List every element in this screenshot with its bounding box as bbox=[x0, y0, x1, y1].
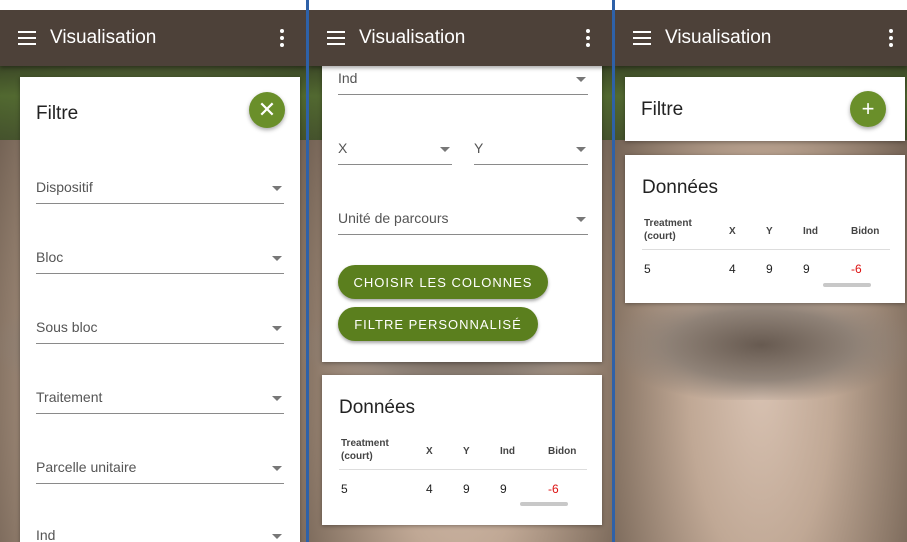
dropdown-arrow-icon bbox=[576, 147, 586, 152]
select-bloc[interactable]: Bloc bbox=[36, 247, 284, 274]
status-strip bbox=[615, 0, 907, 10]
app-bar: Visualisation bbox=[309, 10, 612, 66]
data-card: Données Treatment (court) X Y Ind Bidon … bbox=[625, 155, 905, 303]
filter-title: Filtre bbox=[641, 99, 684, 120]
custom-filter-button[interactable]: FILTRE PERSONNALISÉ bbox=[338, 307, 538, 341]
horizontal-scrollbar[interactable] bbox=[823, 283, 871, 287]
select-unite-de-parcours[interactable]: Unité de parcours bbox=[338, 208, 588, 235]
select-label: Traitement bbox=[36, 389, 103, 405]
hamburger-menu-icon[interactable] bbox=[18, 31, 36, 45]
select-sous-bloc[interactable]: Sous bloc bbox=[36, 317, 284, 344]
dropdown-arrow-icon bbox=[272, 186, 282, 191]
filter-card: Filtre ✕ Dispositif Bloc Sous bloc Trait… bbox=[20, 77, 300, 542]
dropdown-arrow-icon bbox=[576, 217, 586, 222]
dropdown-arrow-icon bbox=[272, 466, 282, 471]
data-title: Données bbox=[339, 397, 416, 418]
filter-card: Ind X Y Unité de parcours CHOISIR LES CO… bbox=[322, 62, 602, 362]
select-label: Sous bloc bbox=[36, 319, 98, 335]
data-card: Données Treatment (court) X Y Ind Bidon … bbox=[322, 375, 602, 525]
select-ind[interactable]: Ind bbox=[36, 525, 284, 542]
column-header: X bbox=[729, 226, 736, 237]
select-label: Y bbox=[474, 140, 484, 156]
panel-divider bbox=[306, 0, 309, 542]
status-strip bbox=[0, 0, 306, 10]
dropdown-arrow-icon bbox=[272, 534, 282, 539]
header-divider bbox=[339, 469, 587, 470]
app-title: Visualisation bbox=[50, 27, 157, 48]
table-cell: 4 bbox=[729, 262, 736, 276]
filter-title: Filtre bbox=[36, 103, 79, 124]
column-header: Y bbox=[766, 226, 773, 237]
data-title: Données bbox=[642, 177, 719, 198]
header-divider bbox=[642, 249, 890, 250]
hamburger-menu-icon[interactable] bbox=[633, 31, 651, 45]
table-cell-negative: -6 bbox=[851, 262, 862, 276]
hamburger-menu-icon[interactable] bbox=[327, 31, 345, 45]
select-label: Ind bbox=[36, 527, 56, 542]
column-header: Ind bbox=[500, 446, 515, 457]
more-options-icon[interactable] bbox=[280, 29, 284, 47]
plus-icon: + bbox=[861, 96, 875, 121]
dropdown-arrow-icon bbox=[440, 147, 450, 152]
horizontal-scrollbar[interactable] bbox=[520, 502, 568, 506]
filter-card-collapsed: Filtre + bbox=[625, 77, 905, 141]
select-label: Dispositif bbox=[36, 179, 93, 195]
screen-panel-3: Visualisation Filtre + Données Treatment… bbox=[615, 0, 907, 542]
select-label: Unité de parcours bbox=[338, 210, 449, 226]
table-cell: 5 bbox=[341, 482, 348, 496]
select-label: Ind bbox=[338, 70, 358, 86]
status-strip bbox=[309, 0, 612, 10]
app-bar: Visualisation bbox=[0, 10, 306, 66]
app-bar: Visualisation bbox=[615, 10, 907, 66]
app-title: Visualisation bbox=[665, 27, 772, 48]
select-traitement[interactable]: Traitement bbox=[36, 387, 284, 414]
table-cell: 5 bbox=[644, 262, 651, 276]
table-cell: 9 bbox=[463, 482, 470, 496]
app-title: Visualisation bbox=[359, 27, 466, 48]
select-ind[interactable]: Ind bbox=[338, 68, 588, 95]
choose-columns-button[interactable]: CHOISIR LES COLONNES bbox=[338, 265, 548, 299]
more-options-icon[interactable] bbox=[889, 29, 893, 47]
column-header: Treatment (court) bbox=[341, 438, 389, 462]
expand-filter-button[interactable]: + bbox=[850, 91, 886, 127]
table-cell: 4 bbox=[426, 482, 433, 496]
dropdown-arrow-icon bbox=[576, 77, 586, 82]
table-cell: 9 bbox=[500, 482, 507, 496]
close-filter-button[interactable]: ✕ bbox=[249, 92, 285, 128]
select-label: Parcelle unitaire bbox=[36, 459, 137, 475]
more-options-icon[interactable] bbox=[586, 29, 590, 47]
dropdown-arrow-icon bbox=[272, 256, 282, 261]
select-label: X bbox=[338, 140, 348, 156]
column-header: Ind bbox=[803, 226, 818, 237]
dropdown-arrow-icon bbox=[272, 396, 282, 401]
select-y[interactable]: Y bbox=[474, 138, 588, 165]
dropdown-arrow-icon bbox=[272, 326, 282, 331]
table-cell: 9 bbox=[803, 262, 810, 276]
select-dispositif[interactable]: Dispositif bbox=[36, 177, 284, 204]
panel-divider bbox=[612, 0, 615, 542]
column-header: Y bbox=[463, 446, 470, 457]
table-cell-negative: -6 bbox=[548, 482, 559, 496]
screen-panel-2: Visualisation Ind X Y Unité de parcours … bbox=[309, 0, 612, 542]
select-x[interactable]: X bbox=[338, 138, 452, 165]
column-header: Bidon bbox=[548, 446, 577, 457]
column-header: Treatment (court) bbox=[644, 218, 692, 242]
screen-panel-1: Visualisation Filtre ✕ Dispositif Bloc S… bbox=[0, 0, 306, 542]
table-cell: 9 bbox=[766, 262, 773, 276]
close-icon: ✕ bbox=[257, 97, 277, 122]
select-parcelle-unitaire[interactable]: Parcelle unitaire bbox=[36, 457, 284, 484]
column-header: Bidon bbox=[851, 226, 880, 237]
select-label: Bloc bbox=[36, 249, 64, 265]
column-header: X bbox=[426, 446, 433, 457]
